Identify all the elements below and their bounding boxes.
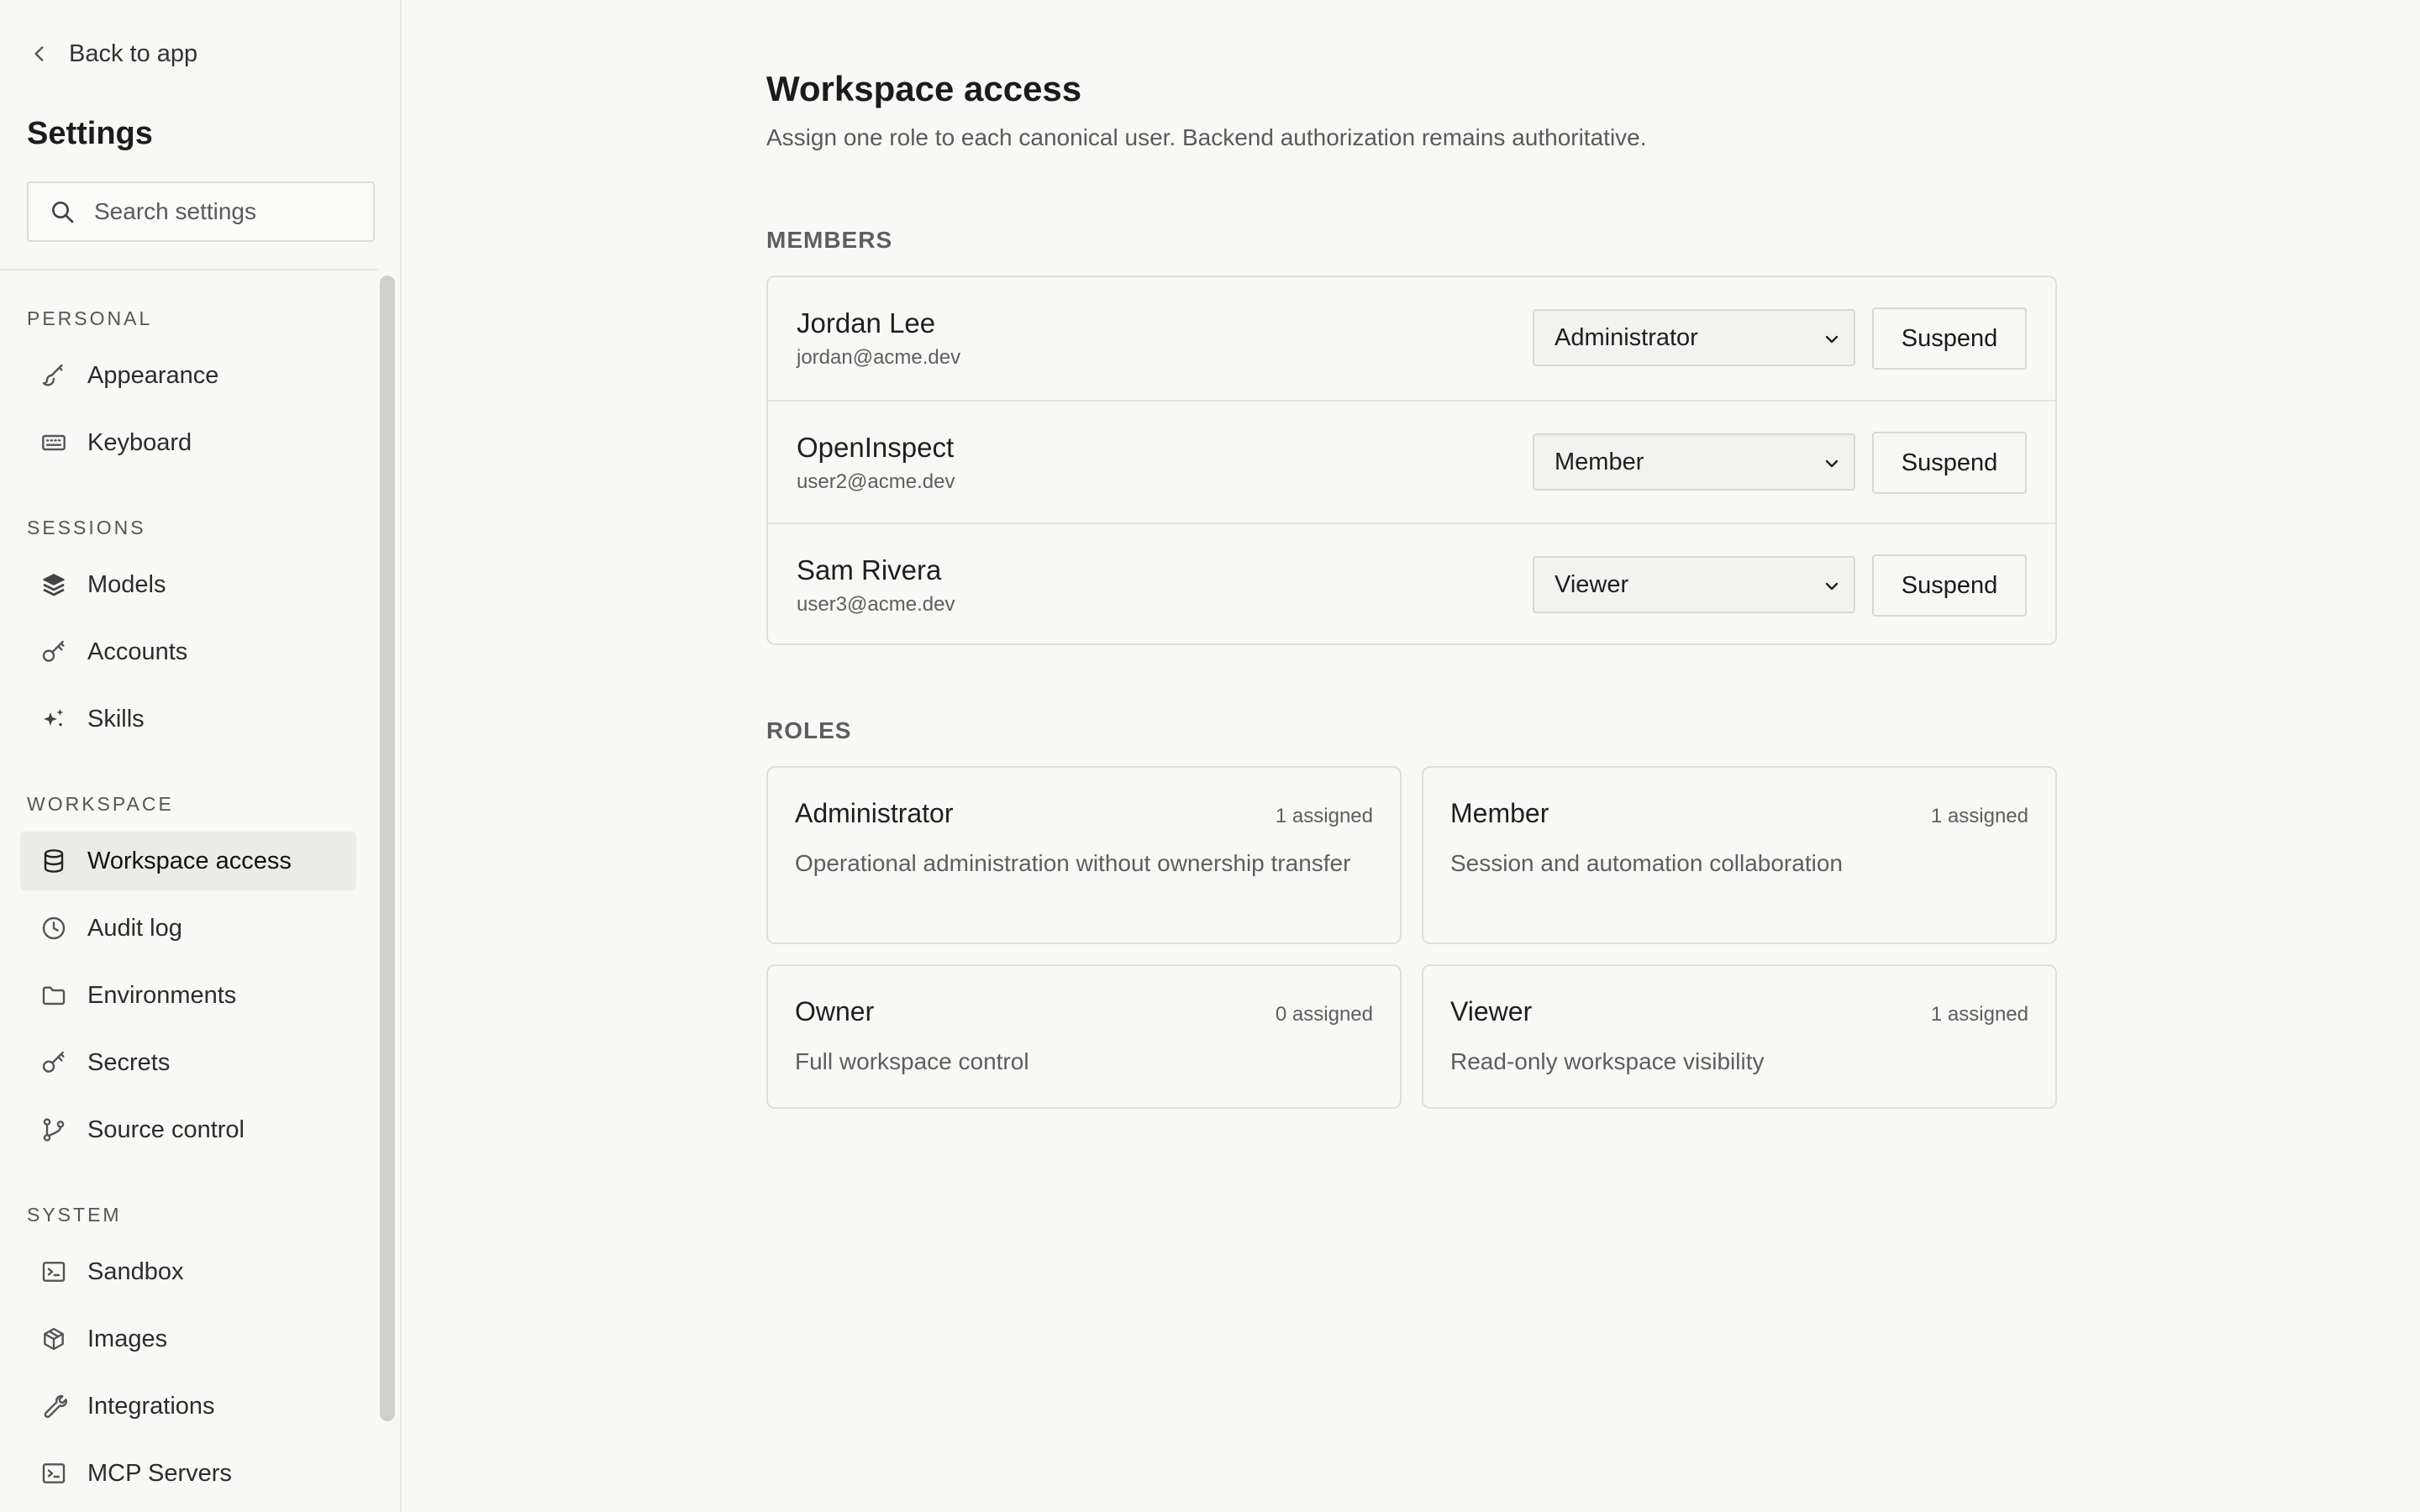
sidebar-divider <box>0 269 378 270</box>
role-name: Administrator <box>795 798 954 828</box>
sidebar-item-label: Appearance <box>87 361 219 389</box>
sidebar-item-images[interactable]: Images <box>20 1310 356 1368</box>
role-name: Member <box>1450 798 1549 828</box>
member-name: Sam Rivera <box>797 554 942 585</box>
sidebar-item-label: Images <box>87 1325 168 1352</box>
member-email: user3@acme.dev <box>797 593 955 616</box>
keyboard-icon <box>42 434 66 451</box>
member-role-select[interactable]: Member <box>1533 433 1855 491</box>
sidebar-item-appearance[interactable]: Appearance <box>20 346 356 405</box>
back-to-app-link[interactable]: Back to app <box>29 37 197 71</box>
chevron-left-icon <box>34 46 44 61</box>
terminal-icon <box>42 1463 66 1483</box>
roles-section-label: ROLES <box>766 717 852 743</box>
settings-title: Settings <box>27 116 153 151</box>
sidebar-item-source-control[interactable]: Source control <box>20 1100 356 1159</box>
sidebar-item-label: Environments <box>87 981 237 1009</box>
sidebar-item-label: Audit log <box>87 914 182 942</box>
member-row: Jordan Lee jordan@acme.dev Administrator… <box>768 277 2055 400</box>
clock-icon <box>42 916 66 940</box>
sidebar-item-models[interactable]: Models <box>20 555 356 614</box>
sidebar-item-label: Keyboard <box>87 428 192 456</box>
brush-icon <box>42 364 63 386</box>
role-description: Read-only workspace visibility <box>1450 1048 1765 1074</box>
role-description: Full workspace control <box>795 1048 1029 1074</box>
search-settings-input[interactable] <box>94 198 363 225</box>
sidebar-item-integrations[interactable]: Integrations <box>20 1377 356 1436</box>
sparkles-icon <box>44 709 64 727</box>
member-role-select[interactable]: Administrator <box>1533 309 1855 366</box>
role-card-administrator: Administrator 1 assigned Operational adm… <box>766 766 1402 944</box>
role-assigned-count: 1 assigned <box>1930 805 2028 827</box>
suspend-button[interactable]: Suspend <box>1872 307 2027 370</box>
member-name: OpenInspect <box>797 432 955 463</box>
member-row: Sam Rivera user3@acme.dev Viewer Suspend <box>768 522 2055 645</box>
sidebar-item-workspace-access[interactable]: Workspace access <box>20 832 356 890</box>
sidebar-item-label: Models <box>87 570 166 598</box>
search-settings-box[interactable] <box>27 181 375 242</box>
role-card-owner: Owner 0 assigned Full workspace control <box>766 964 1402 1109</box>
role-description: Operational administration without owner… <box>795 850 1351 876</box>
sidebar-item-label: Source control <box>87 1116 245 1143</box>
role-card-member: Member 1 assigned Session and automation… <box>1422 766 2057 944</box>
role-assigned-count: 0 assigned <box>1275 1003 1373 1026</box>
section-label-personal: PERSONAL <box>27 307 153 329</box>
member-role-select[interactable]: Viewer <box>1533 556 1855 613</box>
member-email: user2@acme.dev <box>797 470 955 493</box>
role-description: Session and automation collaboration <box>1450 850 1843 876</box>
members-section-label: MEMBERS <box>766 227 893 253</box>
sidebar-item-accounts[interactable]: Accounts <box>20 622 356 681</box>
sidebar-item-environments[interactable]: Environments <box>20 966 356 1025</box>
sidebar-item-label: Skills <box>87 705 145 732</box>
database-icon <box>44 849 64 873</box>
back-to-app-label: Back to app <box>69 39 198 67</box>
main-content: Workspace access Assign one role to each… <box>403 0 2420 1512</box>
section-label-sessions: SESSIONS <box>27 517 146 538</box>
sidebar-item-sandbox[interactable]: Sandbox <box>20 1242 356 1301</box>
page-title: Workspace access <box>766 69 1082 108</box>
git-branch-icon <box>43 1118 65 1142</box>
role-name: Viewer <box>1450 996 1533 1026</box>
sidebar-item-label: MCP Servers <box>87 1459 232 1487</box>
page-subtitle: Assign one role to each canonical user. … <box>766 124 1647 150</box>
sidebar-item-label: Workspace access <box>87 847 292 874</box>
sidebar-item-secrets[interactable]: Secrets <box>20 1033 356 1092</box>
sidebar-item-keyboard[interactable]: Keyboard <box>20 413 356 472</box>
role-name: Owner <box>795 996 875 1026</box>
suspend-button[interactable]: Suspend <box>1872 554 2027 617</box>
section-label-workspace: WORKSPACE <box>27 793 174 815</box>
member-email: jordan@acme.dev <box>797 346 961 369</box>
role-assigned-count: 1 assigned <box>1275 805 1373 827</box>
sidebar-item-label: Accounts <box>87 638 188 665</box>
role-select-value: Viewer <box>1555 570 1629 598</box>
member-row: OpenInspect user2@acme.dev Member Suspen… <box>768 400 2055 522</box>
role-select-value: Administrator <box>1555 323 1698 351</box>
chevron-down-icon <box>1825 582 1839 591</box>
sidebar-item-audit-log[interactable]: Audit log <box>20 899 356 958</box>
folder-icon <box>42 986 66 1005</box>
search-icon <box>52 202 74 223</box>
sidebar-item-label: Integrations <box>87 1392 215 1420</box>
key-icon <box>42 1051 65 1073</box>
members-list: Jordan Lee jordan@acme.dev Administrator… <box>766 276 2057 645</box>
sidebar-scrollbar[interactable] <box>380 276 395 1421</box>
terminal-icon <box>42 1262 66 1282</box>
layers-icon <box>43 574 65 596</box>
member-name: Jordan Lee <box>797 307 936 339</box>
suspend-button[interactable]: Suspend <box>1872 432 2027 494</box>
role-select-value: Member <box>1555 448 1644 475</box>
sidebar-item-skills[interactable]: Skills <box>20 690 356 748</box>
role-card-viewer: Viewer 1 assigned Read-only workspace vi… <box>1422 964 2057 1109</box>
section-label-system: SYSTEM <box>27 1204 122 1226</box>
chevron-down-icon <box>1825 459 1839 468</box>
key-icon <box>42 640 65 662</box>
role-assigned-count: 1 assigned <box>1930 1003 2028 1026</box>
box-icon <box>44 1327 64 1351</box>
settings-sidebar: Back to app Settings PERSONAL Appearance… <box>0 0 402 1512</box>
wrench-icon <box>44 1394 67 1419</box>
sidebar-item-label: Sandbox <box>87 1257 184 1285</box>
chevron-down-icon <box>1825 335 1839 344</box>
sidebar-item-label: Secrets <box>87 1048 171 1076</box>
sidebar-item-mcp-servers[interactable]: MCP Servers <box>20 1444 356 1503</box>
